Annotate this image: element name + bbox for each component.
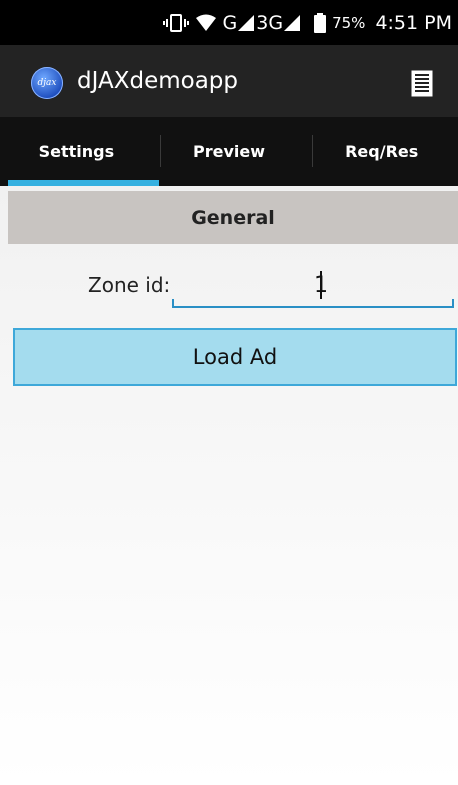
settings-panel: General Zone id: Load Ad: [0, 186, 458, 785]
tab-divider: [160, 135, 161, 167]
tab-req-res[interactable]: Req/Res: [305, 117, 458, 186]
tab-settings[interactable]: Settings: [0, 117, 153, 186]
status-bar: G 3G 75% 4:51 PM: [0, 0, 458, 45]
zone-id-input[interactable]: [172, 264, 454, 308]
app-title: dJAXdemoapp: [77, 68, 238, 94]
signal-3g-icon: [284, 14, 301, 31]
app-logo-text: djax: [37, 78, 57, 88]
zone-id-label: Zone id:: [88, 273, 171, 297]
app-logo-icon: djax: [31, 67, 63, 99]
tab-divider: [312, 135, 313, 167]
battery-icon: [314, 12, 327, 33]
input-underline-tick: [452, 299, 454, 308]
tab-settings-label: Settings: [38, 142, 115, 161]
app-bar: djax dJAXdemoapp: [0, 45, 458, 117]
load-ad-button[interactable]: Load Ad: [13, 328, 457, 386]
list-icon[interactable]: [411, 70, 433, 97]
signal-icon: [238, 14, 255, 31]
network-type-label: G: [222, 11, 238, 34]
tab-req-res-label: Req/Res: [345, 142, 419, 161]
tab-preview-label: Preview: [193, 142, 266, 161]
wifi-icon: [195, 14, 217, 32]
battery-percent: 75%: [332, 13, 366, 32]
section-header-general: General: [8, 191, 458, 244]
vibrate-icon: [162, 13, 189, 33]
text-cursor: [320, 271, 322, 299]
clock-time: 4:51 PM: [375, 11, 452, 34]
network-3g-label: 3G: [256, 11, 284, 34]
tab-bar: Settings Preview Req/Res: [0, 117, 458, 186]
input-underline-tick: [172, 299, 174, 308]
tab-preview[interactable]: Preview: [153, 117, 306, 186]
